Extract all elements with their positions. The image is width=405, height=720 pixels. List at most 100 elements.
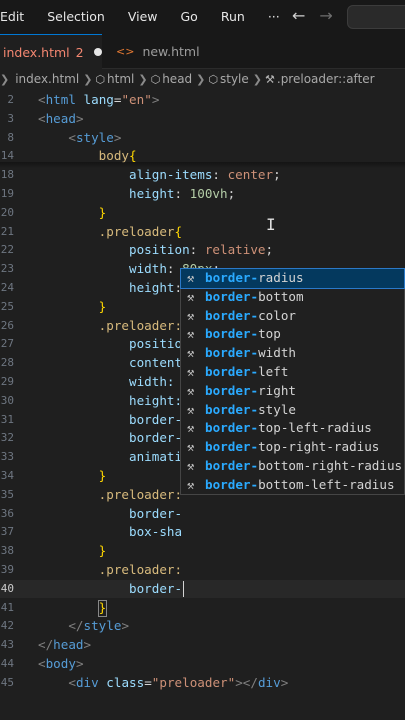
code-line[interactable]: 21 .preloader{ bbox=[0, 223, 405, 241]
code-token: html bbox=[45, 92, 76, 107]
problem-count: 2 bbox=[75, 44, 84, 60]
code-line[interactable]: 42 </style> bbox=[0, 617, 405, 635]
code-line[interactable]: 43 </head> bbox=[0, 636, 405, 654]
code-line[interactable]: 41 } bbox=[0, 599, 405, 617]
line-number: 2 bbox=[7, 93, 14, 106]
menu-edit[interactable]: Edit bbox=[0, 9, 31, 24]
chevron-right-icon: ❯ bbox=[0, 72, 10, 86]
code-text: border- bbox=[38, 411, 182, 429]
suggestion-item[interactable]: ⚒ border-bottom-left-radius bbox=[181, 476, 404, 495]
code-token: < bbox=[38, 92, 46, 107]
menu-go[interactable]: Go bbox=[181, 9, 205, 24]
code-token: content bbox=[129, 355, 183, 371]
wrench-icon: ⚒ bbox=[187, 421, 195, 436]
breadcrumb-selector[interactable]: .preloader::after bbox=[277, 72, 375, 86]
code-line[interactable]: 37 box-sha bbox=[0, 523, 405, 541]
code-text: height: bbox=[38, 392, 182, 410]
suggestion-item[interactable]: ⚒ border-radius bbox=[180, 268, 405, 289]
code-line[interactable]: 44 <body> bbox=[0, 655, 405, 673]
suggestion-item[interactable]: ⚒ border-right bbox=[181, 382, 404, 401]
code-line[interactable]: 45 <div class="preloader"></div> bbox=[0, 674, 405, 692]
menu-selection[interactable]: Selection bbox=[47, 9, 112, 24]
suggestion-item[interactable]: ⚒ border-color bbox=[181, 307, 404, 326]
suggestion-rest: left bbox=[258, 364, 289, 379]
code-token: ></ bbox=[235, 674, 258, 690]
code-line[interactable]: 22 position: relative; bbox=[0, 241, 405, 259]
suggestion-match: border- bbox=[205, 345, 259, 361]
code-text: <html lang="en"> bbox=[38, 91, 159, 109]
code-line[interactable]: 38 } bbox=[0, 542, 405, 560]
wrench-icon: ⚒ bbox=[187, 383, 195, 398]
menu-run[interactable]: Run bbox=[221, 9, 252, 24]
suggestion-rest: bottom-right-radius bbox=[258, 458, 403, 473]
code-token: </ bbox=[38, 637, 54, 653]
code-token: height bbox=[129, 280, 175, 295]
code-token: relative bbox=[204, 242, 266, 258]
suggestion-item[interactable]: ⚒ border-style bbox=[181, 401, 404, 420]
chevron-right-icon: ❯ bbox=[252, 72, 262, 86]
code-text: } bbox=[38, 298, 107, 316]
suggestion-item[interactable]: ⚒ border-bottom-right-radius bbox=[181, 457, 404, 476]
code-token: = bbox=[144, 674, 152, 690]
line-number: 38 bbox=[0, 544, 14, 558]
line-number: 3 bbox=[7, 111, 14, 125]
suggestion-rest: color bbox=[258, 307, 296, 323]
breadcrumb-style[interactable]: style bbox=[220, 72, 249, 86]
suggestion-rest: top-left-radius bbox=[258, 420, 372, 436]
suggestion-label: border-top-right-radius bbox=[205, 438, 379, 457]
command-center[interactable] bbox=[347, 5, 405, 29]
tab-index-html[interactable]: index.html 2 bbox=[0, 34, 102, 69]
suggestion-item[interactable]: ⚒ border-top-left-radius bbox=[181, 419, 404, 438]
code-token: .preloader: bbox=[98, 486, 183, 502]
line-number: 8 bbox=[7, 130, 14, 144]
code-token: head bbox=[53, 637, 84, 653]
breadcrumb-head[interactable]: head bbox=[162, 72, 192, 86]
line-number: 42 bbox=[0, 619, 14, 633]
suggestion-match: border- bbox=[205, 326, 259, 342]
code-line[interactable]: 19 height: 100vh; bbox=[0, 185, 405, 203]
code-line[interactable]: 36 border- bbox=[0, 505, 405, 523]
code-line[interactable]: 8 <style> bbox=[0, 129, 405, 147]
wrench-icon: ⚒ bbox=[187, 327, 195, 342]
code-line[interactable]: 39 .preloader: bbox=[0, 561, 405, 579]
suggestion-match: border- bbox=[205, 382, 259, 398]
tab-new-html[interactable]: <> new.html bbox=[112, 34, 222, 68]
code-line[interactable]: 3 <head> bbox=[0, 110, 405, 128]
code-token: { bbox=[174, 223, 183, 239]
code-token: > bbox=[83, 637, 92, 653]
breadcrumb-html[interactable]: html bbox=[107, 72, 134, 86]
code-token: } bbox=[98, 543, 107, 559]
suggestion-match: border- bbox=[205, 401, 259, 417]
code-line[interactable]: 18 align-items: center; bbox=[0, 166, 405, 184]
suggestion-item[interactable]: ⚒ border-bottom bbox=[181, 288, 404, 307]
arrow-left-icon[interactable]: ← bbox=[292, 6, 305, 25]
suggestion-item[interactable]: ⚒ border-width bbox=[181, 344, 404, 363]
suggestion-item[interactable]: ⚒ border-top bbox=[181, 325, 404, 344]
html-file-icon: <> bbox=[116, 44, 135, 58]
suggestion-item[interactable]: ⚒ border-left bbox=[181, 363, 404, 382]
navigation-arrows: ← → bbox=[292, 6, 333, 25]
suggestion-item[interactable]: ⚒ border-top-right-radius bbox=[181, 438, 404, 457]
unsaved-dot-icon[interactable] bbox=[93, 48, 102, 56]
menu-view[interactable]: View bbox=[128, 9, 165, 24]
code-line[interactable]: 20 } bbox=[0, 204, 405, 222]
code-text: .preloader: bbox=[38, 561, 182, 579]
code-token: ; bbox=[273, 167, 281, 183]
bracket-match-highlight bbox=[98, 599, 107, 617]
code-line[interactable]: 40 border- bbox=[0, 579, 405, 598]
code-token: "preloader" bbox=[151, 674, 236, 690]
breadcrumb-file[interactable]: index.html bbox=[15, 72, 79, 86]
code-token: height: bbox=[129, 392, 183, 408]
arrow-right-icon[interactable]: → bbox=[319, 6, 332, 25]
menu-more[interactable]: ··· bbox=[268, 9, 287, 24]
line-number: 18 bbox=[0, 168, 14, 182]
code-line[interactable]: 2 <html lang="en"> bbox=[0, 91, 405, 109]
